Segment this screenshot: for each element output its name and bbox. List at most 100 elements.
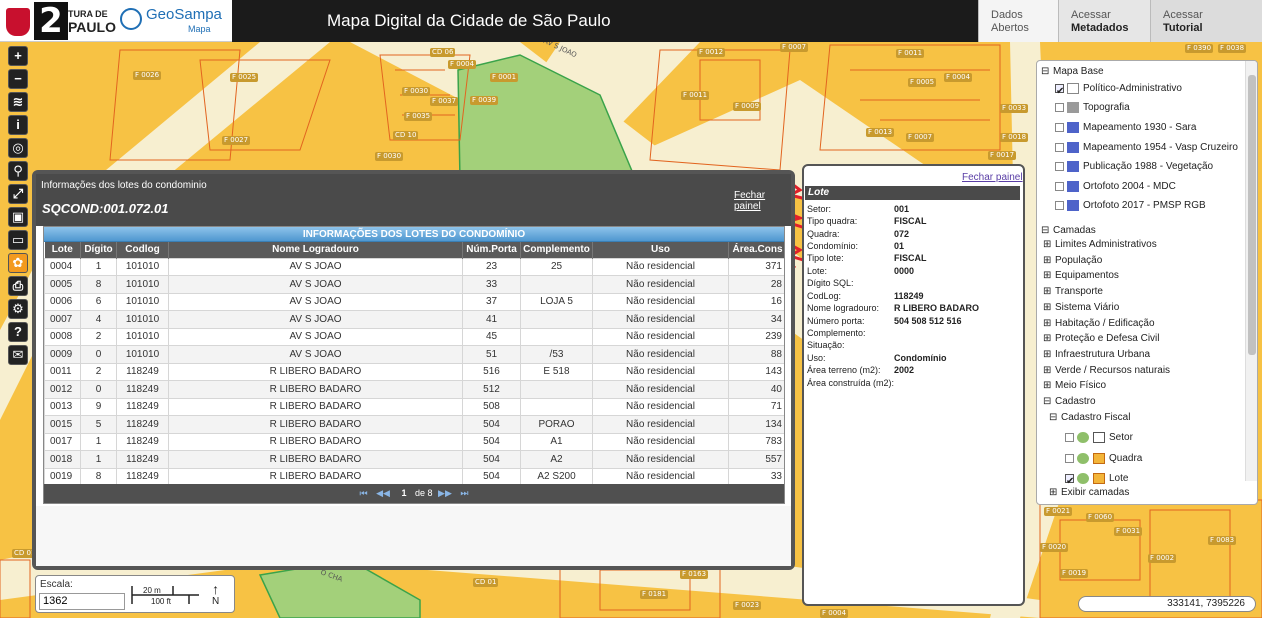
checkbox-checked-icon[interactable]: ✔ — [1055, 83, 1064, 97]
save-icon[interactable]: ▣ — [8, 207, 28, 227]
table-row[interactable]: 0005 8 101010 AV S JOAO 33 Não residencial 28 — [44, 275, 784, 294]
column-header-uso[interactable]: Uso — [592, 242, 729, 258]
open-data-button[interactable]: Dados Abertos — [978, 0, 1058, 42]
column-header-area-cons[interactable]: Área.Cons — [728, 242, 784, 258]
table-row[interactable]: 0012 0 118249 R LIBERO BADARO 512 Não residen… — [44, 380, 784, 399]
help-icon[interactable]: ? — [8, 322, 28, 342]
column-header-codlog[interactable]: Codlog — [116, 242, 169, 258]
layer-group-item[interactable]: ⊞ Meio Físico — [1043, 379, 1106, 393]
first-page-icon[interactable]: ⏮ — [359, 488, 367, 498]
print-icon[interactable]: ⎙ — [8, 276, 28, 296]
collapse-icon[interactable]: ⊟ — [1049, 411, 1057, 425]
layer-subgroup[interactable]: ⊟ Cadastro Fiscal — [1049, 411, 1130, 425]
search-icon[interactable]: ⚲ — [8, 161, 28, 181]
info-icon[interactable]: i — [8, 115, 28, 135]
brand-logo[interactable]: 2 TURA DE PAULO GeoSampa Mapa — [0, 0, 232, 42]
expand-icon[interactable]: ⊞ — [1043, 348, 1051, 362]
settings-icon[interactable]: ⚙ — [8, 299, 28, 319]
street-view-icon[interactable]: ✿ — [8, 253, 28, 273]
table-row[interactable]: 0007 4 101010 AV S JOAO 41 Não residencial 34 — [44, 310, 784, 329]
tutorial-button[interactable]: Acessar Tutorial — [1150, 0, 1262, 42]
globe-icon[interactable]: ◎ — [8, 138, 28, 158]
expand-icon[interactable]: ⊞ — [1043, 254, 1051, 268]
checkbox-icon[interactable] — [1055, 122, 1064, 132]
prev-page-icon[interactable]: ◀◀ — [376, 488, 390, 498]
table-row[interactable]: 0004 1 101010 AV S JOAO 23 25 Não residencial 3… — [44, 257, 784, 276]
collapse-icon[interactable]: ⊟ — [1041, 224, 1049, 238]
expand-icon[interactable]: ⊞ — [1043, 317, 1051, 331]
cell-codlog: 118249 — [116, 397, 169, 416]
column-header-lote[interactable]: Lote — [44, 242, 81, 258]
base-map-group[interactable]: ⊟ Mapa Base — [1041, 65, 1104, 79]
table-row[interactable]: 0006 6 101010 AV S JOAO 37 LOJA 5 Não residenc… — [44, 292, 784, 311]
collapse-icon[interactable]: ⊟ — [1041, 65, 1049, 79]
zoom-in-icon[interactable]: + — [8, 46, 28, 66]
cadastro-item[interactable]: Setor — [1065, 431, 1133, 445]
layers-icon[interactable]: ≋ — [8, 92, 28, 112]
layer-group-item[interactable]: ⊞ Transporte — [1043, 285, 1103, 299]
route-icon[interactable]: ⤢ — [8, 184, 28, 204]
checkbox-icon[interactable] — [1065, 432, 1074, 442]
layer-group-item[interactable]: ⊟ Cadastro — [1043, 395, 1096, 409]
expand-icon[interactable]: ⊞ — [1043, 332, 1051, 346]
layers-group[interactable]: ⊟ Camadas — [1041, 224, 1096, 238]
next-page-icon[interactable]: ▶▶ — [438, 488, 452, 498]
table-row[interactable]: 0011 2 118249 R LIBERO BADARO 516 E 518 Não re… — [44, 362, 784, 381]
checkbox-checked-icon[interactable]: ✔ — [1065, 473, 1074, 487]
layer-group-item[interactable]: ⊞ Sistema Viário — [1043, 301, 1119, 315]
checkbox-icon[interactable] — [1055, 161, 1064, 171]
scale-input[interactable]: 1362 — [39, 593, 125, 610]
layer-group-item[interactable]: ⊞ Proteção e Defesa Civil — [1043, 332, 1160, 346]
base-map-item[interactable]: Ortofoto 2017 - PMSP RGB — [1055, 199, 1206, 213]
column-header-num-porta[interactable]: Núm.Porta — [462, 242, 521, 258]
cadastro-item[interactable]: Quadra — [1065, 452, 1142, 466]
close-panel-link[interactable]: Fechar painel — [962, 172, 1023, 183]
close-panel-link[interactable]: Fechar painel — [734, 190, 791, 212]
table-row[interactable]: 0015 5 118249 R LIBERO BADARO 504 PORAO Não re… — [44, 415, 784, 434]
layer-group-item[interactable]: ⊞ Infraestrutura Urbana — [1043, 348, 1150, 362]
layers-scrollbar[interactable] — [1245, 61, 1257, 481]
expand-icon[interactable]: ⊞ — [1043, 379, 1051, 393]
cadastro-item[interactable]: ✔ Lote — [1065, 472, 1128, 487]
layer-group-item[interactable]: ⊞ Verde / Recursos naturais — [1043, 364, 1170, 378]
layer-group-item[interactable]: ⊞ Habitação / Edificação — [1043, 317, 1155, 331]
expand-icon[interactable]: ⊞ — [1043, 301, 1051, 315]
base-map-item[interactable]: Topografia — [1055, 101, 1130, 115]
expand-icon[interactable]: ⊞ — [1049, 486, 1057, 500]
checkbox-icon[interactable] — [1055, 102, 1064, 112]
checkbox-icon[interactable] — [1055, 142, 1064, 152]
base-map-item[interactable]: Publicação 1988 - Vegetação — [1055, 160, 1213, 174]
layer-label: Cadastro Fiscal — [1061, 412, 1131, 423]
expand-icon[interactable]: ⊞ — [1043, 238, 1051, 252]
layer-group-item[interactable]: ⊞ Equipamentos — [1043, 269, 1119, 283]
checkbox-icon[interactable] — [1055, 181, 1064, 191]
metadata-button[interactable]: Acessar Metadados — [1058, 0, 1150, 42]
table-row[interactable]: 0009 0 101010 AV S JOAO 51/53 Não residencial… — [44, 345, 784, 364]
zoom-out-icon[interactable]: − — [8, 69, 28, 89]
column-header-digito[interactable]: Dígito — [80, 242, 117, 258]
collapse-icon[interactable]: ⊟ — [1043, 395, 1051, 409]
base-map-item[interactable]: Mapeamento 1954 - Vasp Cruzeiro — [1055, 141, 1238, 155]
scrollbar-thumb[interactable] — [1248, 75, 1256, 355]
column-header-complemento[interactable]: Complemento — [520, 242, 593, 258]
layer-group-item[interactable]: ⊞ População — [1043, 254, 1102, 268]
expand-icon[interactable]: ⊞ — [1043, 269, 1051, 283]
last-page-icon[interactable]: ⏭ — [460, 488, 468, 498]
table-row[interactable]: 0013 9 118249 R LIBERO BADARO 508 Não residen… — [44, 397, 784, 416]
table-row[interactable]: 0017 1 118249 R LIBERO BADARO 504 A1 Não resid… — [44, 432, 784, 451]
measure-icon[interactable]: ▭ — [8, 230, 28, 250]
column-header-nome-logradouro[interactable]: Nome Logradouro — [168, 242, 463, 258]
base-map-item[interactable]: ✔ Político-Administrativo — [1055, 82, 1182, 97]
table-row[interactable]: 0008 2 101010 AV S JOAO 45 Não residencial 239 — [44, 327, 784, 346]
mail-icon[interactable]: ✉ — [8, 345, 28, 365]
table-row[interactable]: 0018 1 118249 R LIBERO BADARO 504 A2 Não resid… — [44, 450, 784, 469]
base-map-item[interactable]: Ortofoto 2004 - MDC — [1055, 180, 1176, 194]
base-map-item[interactable]: Mapeamento 1930 - Sara — [1055, 121, 1196, 135]
checkbox-icon[interactable] — [1055, 200, 1064, 210]
expand-icon[interactable]: ⊞ — [1043, 364, 1051, 378]
checkbox-icon[interactable] — [1065, 453, 1074, 463]
show-layers-toggle[interactable]: ⊞ Exibir camadas — [1049, 486, 1245, 500]
table-row[interactable]: 0019 8 118249 R LIBERO BADARO 504 A2 S200 Não … — [44, 467, 784, 486]
expand-icon[interactable]: ⊞ — [1043, 285, 1051, 299]
layer-group-item[interactable]: ⊞ Limites Administrativos — [1043, 238, 1157, 252]
